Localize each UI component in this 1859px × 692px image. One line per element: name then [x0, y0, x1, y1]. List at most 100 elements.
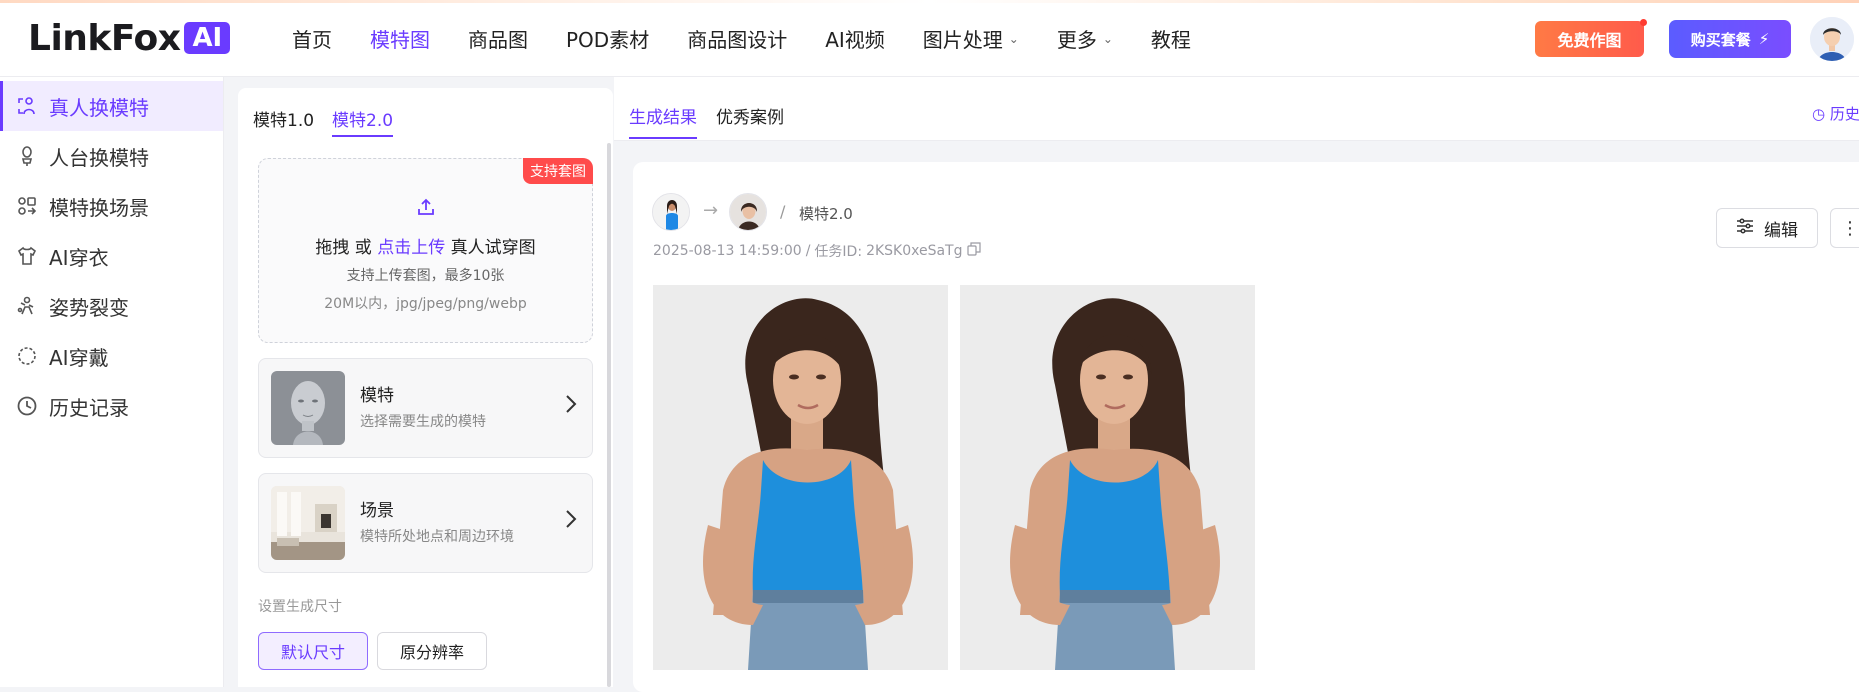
sliders-icon — [1736, 217, 1754, 239]
edit-button[interactable]: 编辑 — [1716, 208, 1818, 248]
task-id-value: 2KSK0xeSaTg — [866, 243, 963, 259]
task-id-label: 任务ID: — [814, 244, 863, 260]
source-image-thumb[interactable] — [652, 193, 690, 231]
chevron-down-icon: ⌄ — [1008, 31, 1019, 46]
sidebar-item-ai-dress[interactable]: AI穿衣 — [0, 231, 223, 281]
sidebar-item-mannequin-swap[interactable]: 人台换模特 — [0, 131, 223, 181]
free-create-label: 免费作图 — [1557, 31, 1622, 50]
pose-icon — [15, 294, 39, 318]
buy-plan-button[interactable]: 购买套餐 ⚡ — [1669, 20, 1791, 58]
upload-dropzone[interactable]: 支持套图 拖拽 或 点击上传 真人试穿图 支持上传套图，最多10张 20M以内，… — [258, 158, 593, 343]
support-set-badge: 支持套图 — [523, 158, 593, 184]
sidebar-item-real-person-swap[interactable]: 真人换模特 — [0, 81, 223, 131]
target-model-thumb[interactable] — [729, 193, 767, 231]
nav-label: 教程 — [1150, 28, 1191, 52]
nav-product-design[interactable]: 商品图设计 — [687, 24, 787, 53]
chevron-right-icon — [564, 393, 578, 421]
sidebar-item-label: 历史记录 — [49, 395, 129, 420]
scene-thumbnail — [271, 486, 345, 560]
history-label: 历史 — [1829, 105, 1859, 123]
size-original-button[interactable]: 原分辨率 — [377, 632, 487, 670]
size-section-label: 设置生成尺寸 — [258, 599, 342, 615]
shirt-icon — [15, 244, 39, 268]
more-vertical-icon: ⋮ — [1841, 217, 1859, 239]
upload-hint-count: 支持上传套图，最多10张 — [346, 268, 505, 284]
scene-select-card[interactable]: 场景 模特所处地点和周边环境 — [258, 473, 593, 573]
tab-generated-results[interactable]: 生成结果 — [629, 103, 697, 139]
sidebar-item-scene-swap[interactable]: 模特换场景 — [0, 181, 223, 231]
upload-instruction: 拖拽 或 点击上传 真人试穿图 — [259, 233, 592, 258]
model-card-title: 模特 — [360, 386, 394, 406]
generated-image-2[interactable] — [960, 285, 1255, 670]
tab-featured-cases[interactable]: 优秀案例 — [716, 103, 784, 137]
logo-text: LinkFox — [28, 17, 181, 59]
notification-dot — [1640, 19, 1647, 26]
results-header: 生成结果 优秀案例 — [614, 77, 1859, 141]
user-avatar[interactable] — [1810, 17, 1854, 61]
sidebar-item-pose-variation[interactable]: 姿势裂变 — [0, 281, 223, 331]
left-sidebar: 真人换模特 人台换模特 模特换场景 AI穿衣 姿势裂变 AI穿戴 历史记录 — [0, 77, 224, 687]
task-model-version: 模特2.0 — [799, 205, 853, 223]
sidebar-item-label: 姿势裂变 — [49, 295, 129, 320]
tab-model-2[interactable]: 模特2.0 — [332, 106, 394, 137]
nav-tutorial[interactable]: 教程 — [1151, 24, 1191, 53]
more-options-button[interactable]: ⋮ — [1830, 208, 1859, 248]
panel-scrollbar[interactable] — [607, 143, 611, 687]
model-card-subtitle: 选择需要生成的模特 — [360, 414, 486, 430]
free-create-button[interactable]: 免费作图 — [1535, 19, 1647, 57]
tab-model-1[interactable]: 模特1.0 — [253, 106, 314, 137]
nav-label: 商品图 — [468, 28, 528, 52]
logo-ai-badge: AI — [184, 22, 231, 54]
model-select-card[interactable]: 模特 选择需要生成的模特 — [258, 358, 593, 458]
nav-ai-video[interactable]: AI视频 — [825, 24, 885, 53]
nav-more[interactable]: 更多 ⌄ — [1057, 24, 1113, 53]
main-nav: 首页 模特图 商品图 POD素材 商品图设计 AI视频 图片处理 ⌄ 更多 ⌄ 教程 — [292, 0, 1229, 77]
nav-product-image[interactable]: 商品图 — [468, 24, 528, 53]
chevron-down-icon: ⌄ — [1102, 31, 1113, 46]
generated-image-1[interactable] — [653, 285, 948, 670]
nav-label: 图片处理 — [922, 28, 1003, 52]
click-upload-link[interactable]: 点击上传 — [377, 238, 445, 258]
nav-label: 更多 — [1056, 28, 1097, 52]
upload-hint-format: 20M以内，jpg/jpeg/png/webp — [324, 296, 527, 312]
chevron-right-icon — [564, 508, 578, 536]
person-swap-icon — [15, 94, 39, 118]
scene-swap-icon — [15, 194, 39, 218]
task-meta: 2025-08-13 14:59:00 / 任务ID: 2KSK0xeSaTg — [653, 241, 981, 261]
logo[interactable]: LinkFox AI — [28, 17, 231, 59]
accessory-icon — [15, 344, 39, 368]
history-link[interactable]: ◷ 历史 — [1812, 103, 1859, 124]
scene-card-title: 场景 — [360, 501, 394, 521]
nav-label: 商品图设计 — [687, 28, 788, 52]
config-panel: 模特1.0 模特2.0 支持套图 拖拽 或 点击上传 真人试穿图 支持上传套图，… — [238, 88, 613, 687]
nav-pod-assets[interactable]: POD素材 — [566, 24, 649, 53]
nav-model-image[interactable]: 模特图 — [370, 24, 430, 53]
nav-image-processing[interactable]: 图片处理 ⌄ — [923, 24, 1019, 53]
copy-icon[interactable] — [966, 242, 981, 260]
nav-label: 模特图 — [370, 28, 430, 52]
sidebar-item-label: 模特换场景 — [49, 195, 149, 220]
top-navbar: LinkFox AI 首页 模特图 商品图 POD素材 商品图设计 AI视频 图… — [0, 0, 1859, 77]
model-version-tabs: 模特1.0 模特2.0 — [253, 106, 394, 137]
size-default-button[interactable]: 默认尺寸 — [258, 632, 368, 670]
nav-label: POD素材 — [566, 28, 650, 52]
nav-home[interactable]: 首页 — [292, 24, 332, 53]
clock-icon — [15, 394, 39, 418]
sidebar-item-label: 真人换模特 — [49, 95, 149, 120]
model-thumbnail — [271, 371, 345, 445]
sidebar-item-label: AI穿衣 — [49, 245, 109, 270]
upload-suffix: 真人试穿图 — [445, 238, 536, 258]
task-timestamp: 2025-08-13 14:59:00 — [653, 243, 802, 259]
clock-icon: ◷ — [1812, 105, 1826, 123]
meta-separator: / — [805, 243, 811, 259]
mannequin-icon — [15, 144, 39, 168]
sidebar-item-label: 人台换模特 — [49, 145, 149, 170]
buy-plan-label: 购买套餐 — [1690, 30, 1751, 49]
arrow-right-icon: → — [703, 200, 719, 221]
sidebar-item-ai-wear[interactable]: AI穿戴 — [0, 331, 223, 381]
nav-label: AI视频 — [825, 28, 885, 52]
sidebar-item-label: AI穿戴 — [49, 345, 109, 370]
edit-label: 编辑 — [1764, 220, 1798, 241]
upload-prefix: 拖拽 或 — [315, 238, 378, 258]
sidebar-item-history[interactable]: 历史记录 — [0, 381, 223, 431]
